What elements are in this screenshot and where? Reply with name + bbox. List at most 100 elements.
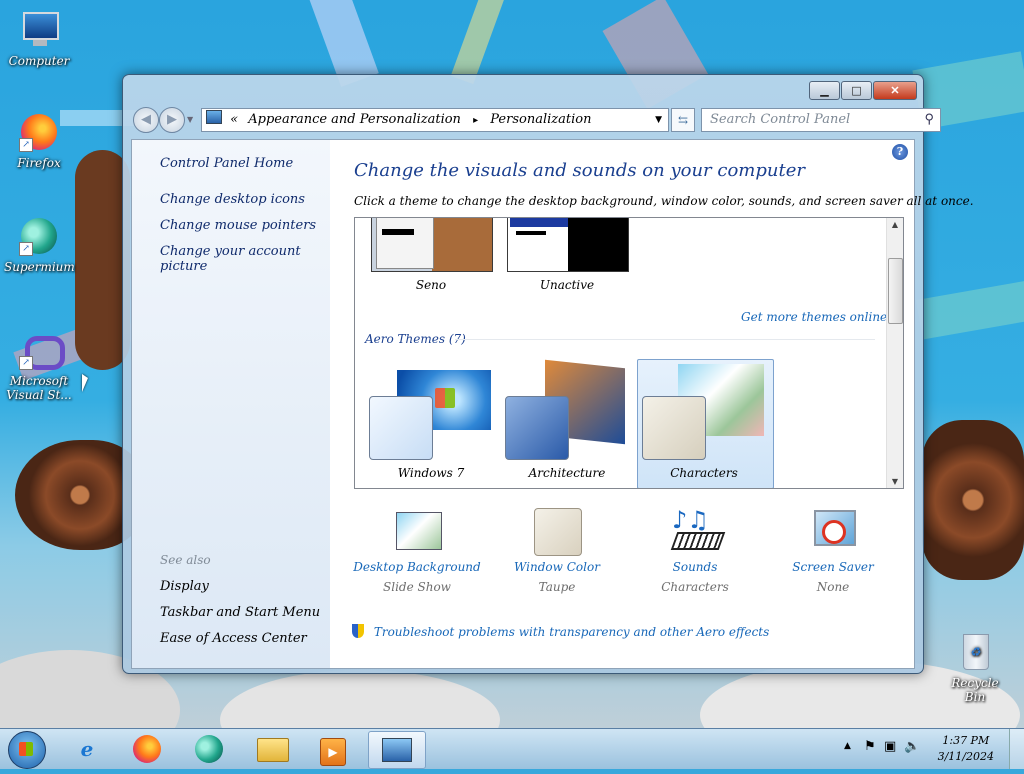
setting-label[interactable]: Desktop Background (352, 560, 482, 574)
show-hidden-icons[interactable]: ▲ (844, 741, 851, 751)
taskbar-file-explorer[interactable] (246, 731, 300, 767)
address-dropdown-icon[interactable]: ▼ (655, 109, 662, 131)
troubleshoot-link[interactable]: Troubleshoot problems with transparency … (352, 624, 769, 639)
setting-value: Characters (661, 580, 729, 594)
clock[interactable]: 1:37 PM 3/11/2024 (938, 733, 994, 765)
troubleshoot-label[interactable]: Troubleshoot problems with transparency … (374, 625, 769, 639)
control-panel-icon (382, 738, 412, 762)
link-change-mouse-pointers[interactable]: Change mouse pointers (160, 218, 316, 233)
volume-muted-icon[interactable]: 🔈 (904, 739, 920, 754)
desktop: Computer ↗ Firefox ↗ Supermium ↗ Microso… (0, 0, 1024, 728)
address-prefix[interactable]: « (230, 112, 238, 127)
theme-unactive-preview (507, 218, 629, 272)
taskbar: e ▶ ▲ ⚑ ▣ 🔈 1:37 PM 3/11/2024 (0, 728, 1024, 769)
cloud (220, 670, 500, 728)
wallpaper-ray (450, 0, 508, 85)
desktop-icon-label: Firefox (17, 156, 61, 170)
internet-explorer-icon: e (80, 737, 94, 761)
start-button[interactable] (8, 731, 46, 769)
back-button[interactable]: ◀ (133, 107, 159, 133)
taskbar-media-player[interactable]: ▶ (306, 731, 360, 767)
supermium-icon (195, 735, 223, 763)
windows-logo-icon (19, 742, 33, 756)
setting-value: Taupe (538, 580, 576, 594)
link-change-account-picture[interactable]: Change your account picture (160, 244, 330, 274)
link-taskbar-start-menu[interactable]: Taskbar and Start Menu (160, 605, 320, 620)
wallpaper-ray (915, 281, 1024, 340)
group-divider (455, 339, 875, 340)
network-icon[interactable]: ▣ (884, 739, 896, 754)
forward-button[interactable]: ▶ (159, 107, 185, 133)
shortcut-arrow-icon: ↗ (19, 138, 33, 152)
turtle-shell (922, 420, 1024, 580)
setting-value: Slide Show (383, 580, 451, 594)
sounds-setting[interactable]: ♪♫ Sounds Characters (630, 508, 760, 594)
setting-label[interactable]: Screen Saver (768, 560, 898, 574)
desktop-icon-label: Supermium (4, 260, 75, 274)
visual-studio-icon: ↗ (19, 330, 65, 370)
desktop-icon-label: Microsoft Visual St... (6, 374, 72, 402)
taskbar-supermium[interactable] (182, 731, 236, 767)
supermium-icon: ↗ (19, 216, 59, 256)
refresh-button[interactable]: ⇆ (671, 108, 695, 132)
setting-label[interactable]: Sounds (630, 560, 760, 574)
left-pane: Control Panel Home Change desktop icons … (132, 140, 330, 668)
taskbar-internet-explorer[interactable]: e (60, 731, 114, 767)
theme-name: Unactive (539, 278, 595, 292)
taskbar-firefox[interactable] (120, 731, 174, 767)
firefox-icon (133, 735, 161, 763)
desktop-icon-visual-studio[interactable]: ↗ Microsoft Visual St... (4, 330, 74, 402)
content-area: Control Panel Home Change desktop icons … (131, 139, 974, 669)
link-ease-of-access[interactable]: Ease of Access Center (160, 631, 307, 646)
theme-seno-preview (371, 218, 493, 272)
clock-date: 3/11/2024 (937, 750, 994, 763)
windows-logo-icon (435, 388, 455, 408)
taskbar-control-panel[interactable] (368, 731, 426, 769)
shortcut-arrow-icon: ↗ (19, 242, 33, 256)
desktop-background-icon (394, 508, 442, 554)
theme-unactive[interactable]: Unactive (505, 218, 629, 292)
personalization-window: ▁ □ ✕ ◀ ▶ ▼ « Appearance and Personaliza… (122, 74, 974, 674)
desktop-icon-computer[interactable]: Computer (4, 10, 74, 68)
shortcut-arrow-icon: ↗ (19, 356, 33, 370)
window-color-setting[interactable]: Window Color Taupe (492, 508, 622, 594)
link-display[interactable]: Display (160, 579, 209, 594)
system-tray: ▲ ⚑ ▣ 🔈 1:37 PM 3/11/2024 (834, 729, 1024, 769)
page-subtitle: Click a theme to change the desktop back… (354, 194, 974, 208)
shield-icon (352, 624, 364, 638)
desktop-icon-label: Computer (8, 54, 70, 68)
maximize-button[interactable]: □ (841, 81, 872, 100)
firefox-icon: ↗ (19, 112, 59, 152)
theme-seno[interactable]: Seno (369, 218, 493, 292)
media-player-icon: ▶ (320, 738, 346, 766)
scroll-up-icon[interactable]: ▲ (887, 220, 903, 229)
close-button[interactable]: ✕ (873, 81, 917, 100)
search-placeholder: Search Control Panel (710, 112, 851, 127)
desktop-icon-recycle-bin[interactable]: ♻ Recycle Bin (940, 632, 1010, 704)
screen-saver-setting[interactable]: Screen Saver None (768, 508, 898, 594)
help-icon[interactable]: ? (892, 144, 908, 160)
desktop-background-setting[interactable]: Desktop Background Slide Show (352, 508, 482, 594)
desktop-icon-supermium[interactable]: ↗ Supermium (4, 216, 75, 274)
link-change-desktop-icons[interactable]: Change desktop icons (160, 192, 305, 207)
address-bar[interactable]: « Appearance and Personalization ▸ Perso… (201, 108, 669, 132)
scrollbar-thumb[interactable] (888, 258, 903, 324)
setting-label[interactable]: Window Color (492, 560, 622, 574)
page-title: Change the visuals and sounds on your co… (354, 160, 805, 181)
breadcrumb-separator-icon[interactable]: ▸ (473, 115, 478, 126)
sounds-icon: ♪♫ (670, 508, 726, 554)
folder-icon (257, 738, 289, 762)
desktop-icon-firefox[interactable]: ↗ Firefox (4, 112, 74, 170)
search-icon: ⚲ (924, 112, 934, 127)
setting-value: None (816, 580, 850, 594)
get-more-themes-link[interactable]: Get more themes online (741, 310, 887, 324)
search-input[interactable]: Search Control Panel ⚲ (701, 108, 941, 132)
recent-pages-dropdown[interactable]: ▼ (187, 115, 193, 124)
minimize-button[interactable]: ▁ (809, 81, 840, 100)
breadcrumb-appearance[interactable]: Appearance and Personalization (248, 112, 461, 127)
navigation-bar: ◀ ▶ ▼ « Appearance and Personalization ▸… (131, 105, 941, 135)
show-desktop-button[interactable] (1009, 729, 1024, 769)
action-center-flag-icon[interactable]: ⚑ (864, 739, 876, 754)
breadcrumb-personalization[interactable]: Personalization (490, 112, 591, 127)
link-control-panel-home[interactable]: Control Panel Home (160, 156, 293, 171)
